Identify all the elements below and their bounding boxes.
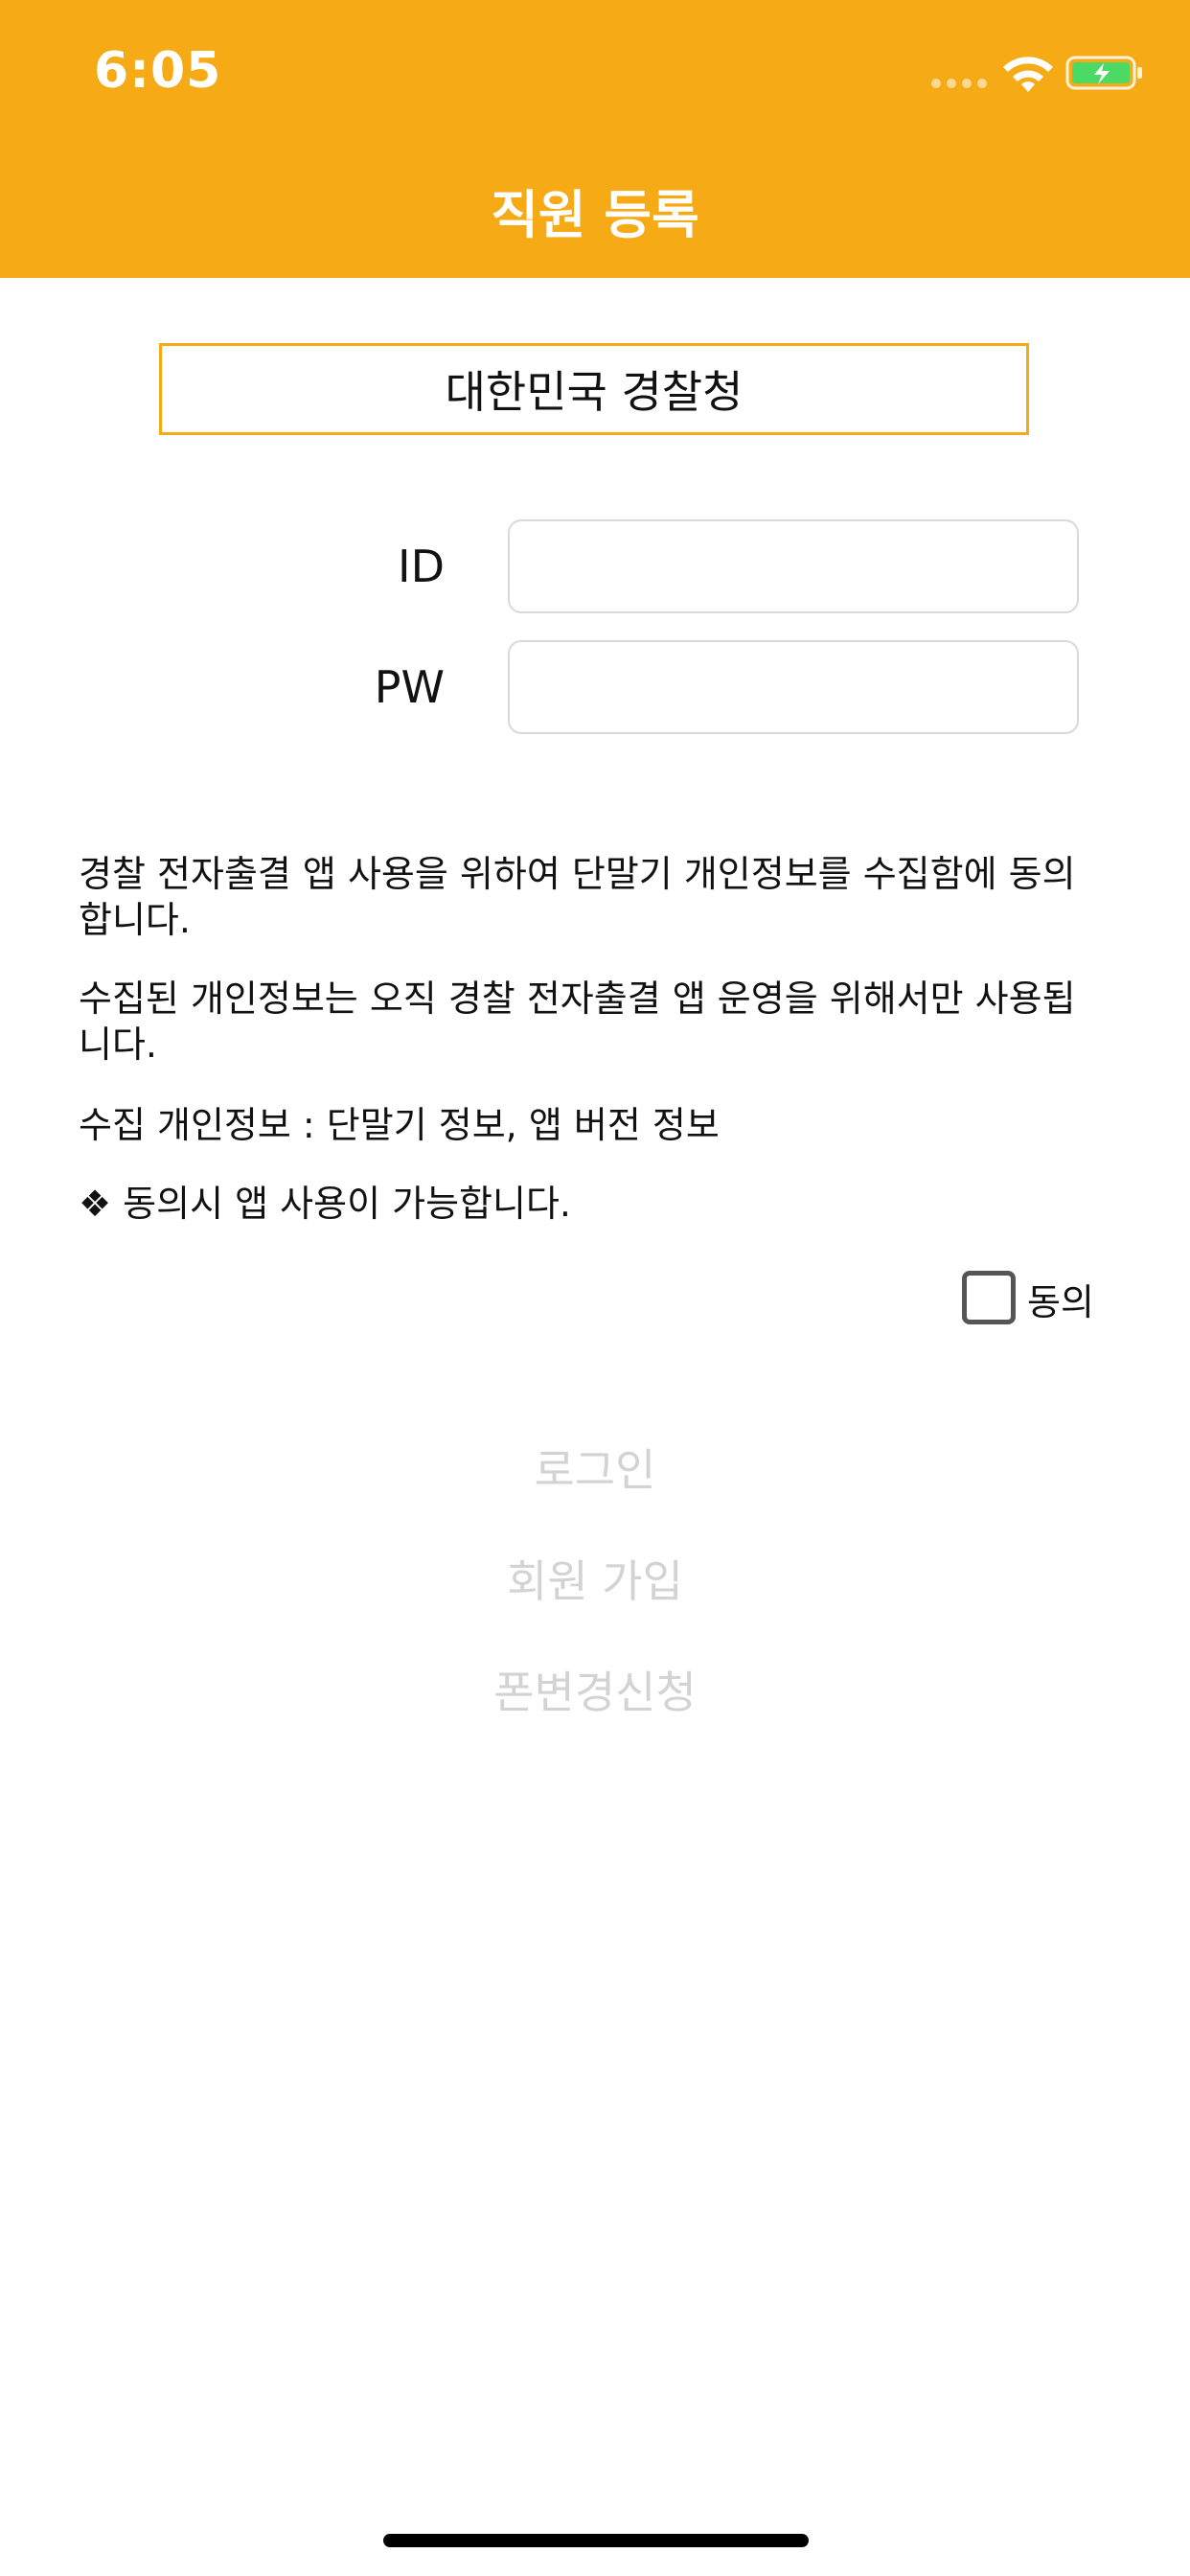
agree-checkbox[interactable] [962,1271,1016,1324]
consent-text-1: 경찰 전자출결 앱 사용을 위하여 단말기 개인정보를 수집함에 동의 합니다. [79,853,1076,941]
login-button[interactable]: 로그인 [0,1436,1190,1499]
phone-change-button[interactable]: 폰변경신청 [0,1658,1190,1721]
pw-input[interactable] [508,640,1079,734]
wifi-icon [1003,57,1053,92]
header-bar: 6:05 직원 등록 [0,0,1190,278]
home-indicator [383,2534,809,2547]
agree-label[interactable]: 동의 [1027,1273,1094,1325]
page-title: 직원 등록 [491,185,699,245]
signup-button[interactable]: 회원 가입 [0,1547,1190,1610]
pw-label: PW [374,661,445,713]
consent-text-2: 수집된 개인정보는 오직 경찰 전자출결 앱 운영을 위해서만 사용됩 니다. [79,978,1076,1066]
id-input[interactable] [508,519,1079,613]
cellular-signal-icon [931,79,989,90]
agency-name-box: 대한민국 경찰청 [159,343,1029,435]
id-label: ID [398,540,445,592]
agency-name: 대한민국 경찰청 [445,366,744,418]
consent-text-3: 수집 개인정보 : 단말기 정보, 앱 버전 정보 [79,1104,720,1146]
status-time: 6:05 [94,42,222,100]
battery-charging-icon [1065,56,1142,90]
app-screen: 6:05 직원 등록 대한민국 경찰청 ID PW 경찰 전자출결 앱 사용을 … [0,0,1190,2576]
consent-notice: ❖ 동의시 앱 사용이 가능합니다. [79,1183,571,1225]
